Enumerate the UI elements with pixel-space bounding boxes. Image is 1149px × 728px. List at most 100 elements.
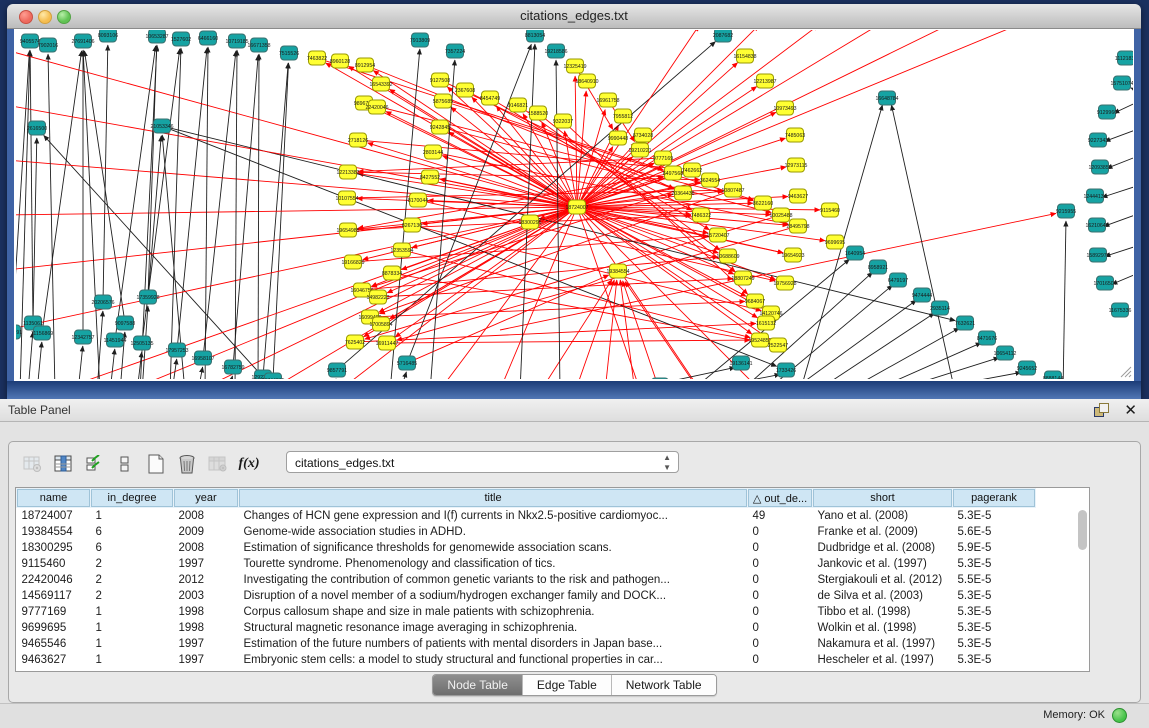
citation-edge-black[interactable] — [1105, 126, 1146, 141]
graph-node[interactable]: 9245652 — [1017, 361, 1037, 375]
citation-edge-black[interactable] — [172, 359, 177, 392]
table-cell[interactable]: 18724007 — [17, 508, 91, 525]
table-cell[interactable]: 6 — [91, 524, 174, 540]
graph-node[interactable]: 17957253 — [165, 343, 188, 357]
column-header-name[interactable]: name — [17, 489, 91, 508]
tab-node-table[interactable]: Node Table — [433, 675, 523, 695]
citation-edge-red[interactable] — [575, 280, 614, 392]
table-cell[interactable]: Tibbo et al. (1998) — [813, 604, 953, 620]
graph-node[interactable]: 17359928 — [136, 290, 159, 304]
table-cell[interactable]: 9115460 — [17, 556, 91, 572]
table-cell[interactable]: 5.3E-5 — [953, 588, 1036, 604]
graph-node[interactable]: 10719185 — [225, 34, 248, 48]
table-cell[interactable]: 5.3E-5 — [953, 652, 1036, 668]
column-header-title[interactable]: title — [239, 489, 748, 508]
citation-edge-black[interactable] — [400, 372, 406, 392]
table-cell[interactable]: 18300295 — [17, 540, 91, 556]
graph-node[interactable]: 15751074 — [1110, 76, 1133, 90]
graph-node[interactable]: 8888144 — [1043, 371, 1063, 385]
graph-node[interactable]: 16648784 — [875, 91, 898, 105]
table-cell[interactable]: 0 — [748, 620, 813, 636]
table-row[interactable]: 946554611997Estimation of the future num… — [17, 636, 1036, 652]
graph-node[interactable]: 2935114 — [930, 301, 950, 315]
table-cell[interactable]: Estimation of the future numbers of pati… — [239, 636, 748, 652]
graph-node[interactable]: 12342757 — [71, 330, 94, 344]
citation-edge-black[interactable] — [170, 48, 181, 392]
table-cell[interactable]: Nakamura et al. (1997) — [813, 636, 953, 652]
table-cell[interactable]: 2003 — [174, 588, 239, 604]
citation-edge-black[interactable] — [258, 54, 259, 392]
table-row[interactable]: 946362711997Embryonic stem cells: a mode… — [17, 652, 1036, 668]
citation-edge-black[interactable] — [12, 51, 29, 325]
graph-node-hub[interactable]: 18724007 — [565, 200, 588, 214]
table-cell[interactable]: 0 — [748, 540, 813, 556]
citation-edge-black[interactable] — [1105, 243, 1146, 256]
table-cell[interactable]: Changes of HCN gene expression and I(f) … — [239, 508, 748, 525]
graph-node[interactable]: 7625402 — [345, 335, 365, 349]
citation-edge-black[interactable] — [815, 313, 934, 392]
graph-node[interactable]: 11121831 — [1115, 51, 1137, 65]
graph-node[interactable]: 9215955 — [1056, 204, 1076, 218]
graph-node[interactable]: 8170044 — [408, 193, 428, 207]
graph-node[interactable]: 11451944 — [104, 333, 127, 347]
graph-node[interactable]: 10973493 — [773, 101, 796, 115]
tab-edge-table[interactable]: Edge Table — [523, 675, 612, 695]
float-window-icon[interactable] — [1094, 403, 1109, 417]
table-cell[interactable]: Genome-wide association studies in ADHD. — [239, 524, 748, 540]
function-icon[interactable]: f(x) — [238, 453, 260, 475]
graph-node[interactable]: 9108063 — [528, 382, 548, 396]
table-cell[interactable]: 9777169 — [17, 604, 91, 620]
table-cell[interactable]: 1997 — [174, 636, 239, 652]
column-header-out_de[interactable]: △ out_de... — [748, 489, 813, 508]
citation-edge-red[interactable] — [577, 207, 699, 388]
attribute-table[interactable]: namein_degreeyeartitle△ out_de...shortpa… — [15, 487, 1090, 672]
column-header-in_degree[interactable]: in_degree — [91, 489, 174, 508]
new-document-icon[interactable] — [145, 453, 167, 475]
graph-node[interactable]: 10107554 — [335, 191, 358, 205]
graph-node[interactable]: 11156869 — [31, 326, 53, 340]
citation-edge-black[interactable] — [1107, 153, 1146, 168]
citation-edge-black[interactable] — [1131, 88, 1146, 95]
select-column-icon[interactable] — [52, 453, 74, 475]
graph-node[interactable]: 12973115 — [785, 158, 808, 172]
graph-node[interactable]: 7632621 — [955, 316, 975, 330]
network-graph[interactable]: 9405574790201627691406809310610653287152… — [0, 0, 1149, 399]
citation-edge-black[interactable] — [205, 47, 208, 392]
citation-edge-black[interactable] — [103, 45, 108, 295]
table-cell[interactable]: 1 — [91, 620, 174, 636]
graph-node[interactable]: 16671358 — [247, 38, 270, 52]
graph-node[interactable]: 6497568 — [663, 166, 683, 180]
citation-edge-black[interactable] — [268, 388, 272, 392]
graph-node[interactable]: 8912954 — [355, 58, 375, 72]
graph-node[interactable]: 12093852 — [1088, 160, 1111, 174]
table-cell[interactable]: Corpus callosum shape and size in male p… — [239, 604, 748, 620]
graph-node[interactable]: 19166829 — [341, 255, 364, 269]
table-cell[interactable]: 1997 — [174, 652, 239, 668]
graph-node[interactable]: 12213987 — [753, 74, 776, 88]
citation-edge-red[interactable] — [399, 274, 768, 343]
table-row[interactable]: 969969511998Structural magnetic resonanc… — [17, 620, 1036, 636]
column-header-year[interactable]: year — [174, 489, 239, 508]
graph-node[interactable]: 5716485 — [397, 356, 417, 370]
table-cell[interactable]: 0 — [748, 604, 813, 620]
table-cell[interactable]: 0 — [748, 556, 813, 572]
table-cell[interactable]: 5.3E-5 — [953, 620, 1036, 636]
graph-node[interactable]: 8878334 — [382, 266, 402, 280]
graph-node[interactable]: 7485063 — [785, 128, 805, 142]
graph-node[interactable]: 14982222 — [366, 290, 389, 304]
graph-node[interactable]: 18807249 — [731, 271, 754, 285]
graph-node[interactable]: 6466160 — [198, 31, 218, 45]
citation-edge-black[interactable] — [78, 346, 83, 392]
close-panel-icon[interactable]: ✕ — [1124, 401, 1137, 419]
citation-edge-black[interactable] — [204, 51, 236, 351]
graph-node[interactable]: 2367608 — [455, 83, 475, 97]
column-header-pagerank[interactable]: pagerank — [953, 489, 1036, 508]
table-cell[interactable]: 2009 — [174, 524, 239, 540]
graph-node[interactable]: 20364436 — [671, 186, 694, 200]
citation-edge-black[interactable] — [1104, 211, 1146, 226]
graph-node[interactable]: 9115460 — [820, 203, 840, 217]
graph-node[interactable]: 1640954 — [845, 246, 865, 260]
graph-node[interactable]: 10807487 — [721, 183, 744, 197]
graph-node[interactable]: 1733426 — [776, 363, 796, 377]
table-cell[interactable]: 2 — [91, 572, 174, 588]
